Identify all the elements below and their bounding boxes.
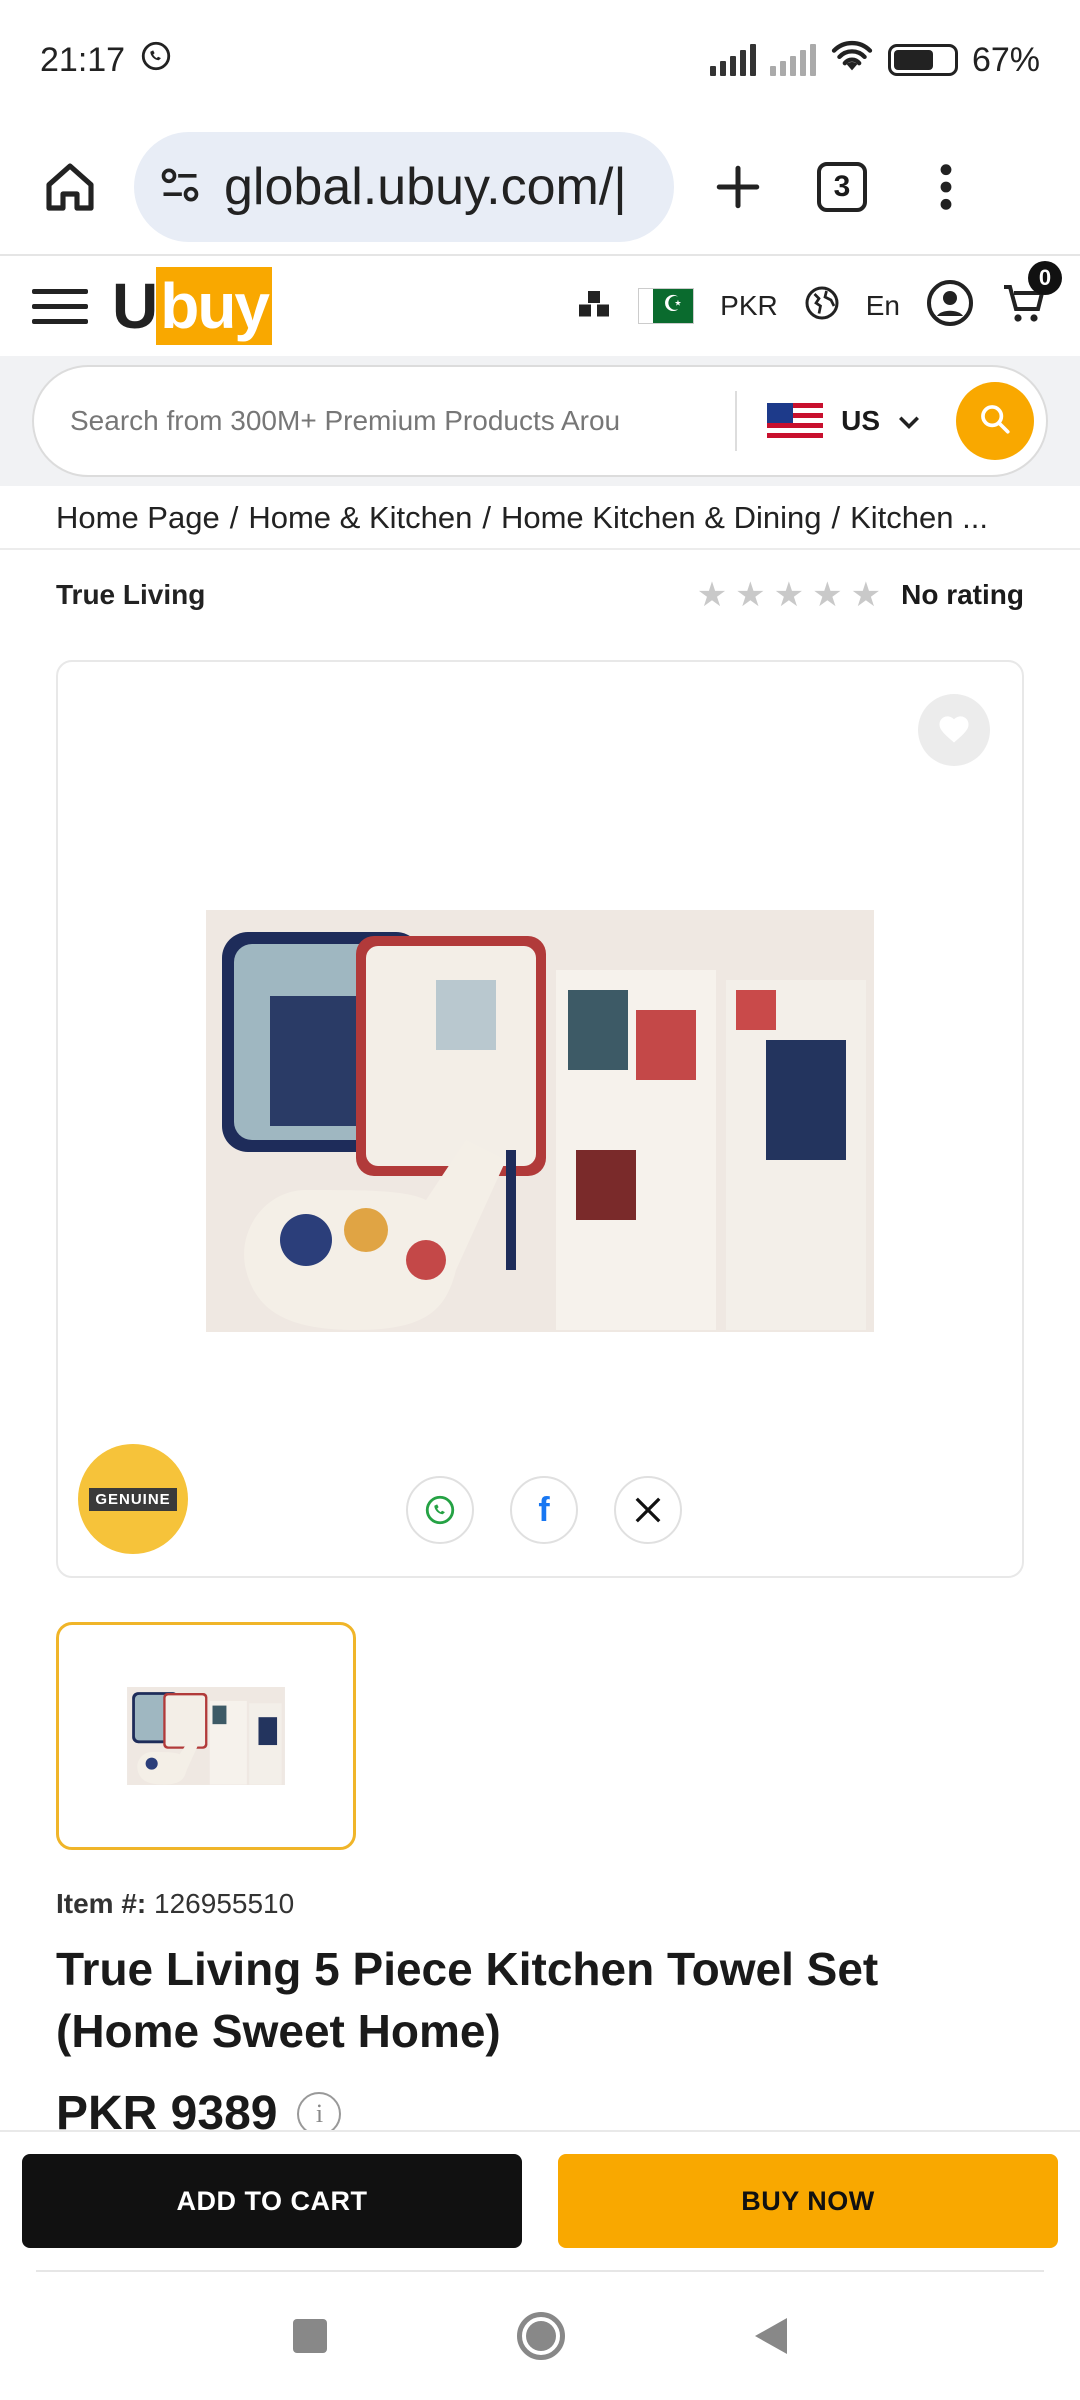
genuine-badge: GENUINE (78, 1444, 188, 1554)
whatsapp-share-icon[interactable] (406, 1476, 474, 1544)
tabs-button[interactable]: 3 (802, 147, 882, 227)
rating: ★ ★ ★ ★ ★ No rating (697, 575, 1024, 615)
search-input[interactable]: Search from 300M+ Premium Products Arou (70, 405, 705, 437)
home-icon[interactable] (30, 147, 110, 227)
breadcrumb-home[interactable]: Home Page (56, 500, 220, 536)
action-bar: ADD TO CART BUY NOW (0, 2130, 1080, 2270)
share-buttons: f (406, 1476, 682, 1544)
cart-count-badge: 0 (1028, 260, 1062, 295)
brand-link[interactable]: True Living (56, 579, 205, 611)
status-bar: 21:17 67% (0, 0, 1080, 120)
wishlist-button[interactable] (918, 694, 990, 766)
breadcrumb-kitchen-dining[interactable]: Home Kitchen & Dining (501, 500, 822, 536)
brand-rating-row: True Living ★ ★ ★ ★ ★ No rating (56, 575, 1024, 615)
product-image-gallery: GENUINE f (56, 660, 1024, 1578)
us-flag-icon (767, 403, 824, 439)
chevron-down-icon (898, 405, 920, 437)
facebook-share-icon[interactable]: f (510, 1476, 578, 1544)
breadcrumb-kitchen[interactable]: Kitchen ... (850, 500, 988, 536)
back-icon[interactable] (755, 2318, 787, 2354)
battery-icon (887, 44, 958, 76)
menu-icon[interactable] (32, 288, 88, 324)
pakistan-flag-icon[interactable] (638, 288, 695, 324)
signal-icon (709, 44, 756, 76)
search-icon (978, 402, 1012, 441)
add-to-cart-button[interactable]: ADD TO CART (22, 2154, 522, 2248)
country-label: US (841, 405, 880, 436)
heart-icon (936, 712, 972, 749)
status-time: 21:17 (40, 40, 126, 79)
info-icon[interactable]: i (297, 2091, 342, 2136)
x-share-icon[interactable] (614, 1476, 682, 1544)
cart-icon[interactable]: 0 (1000, 260, 1062, 334)
breadcrumb: Home Page / Home & Kitchen / Home Kitchen … (56, 500, 988, 536)
new-tab-icon[interactable] (698, 147, 778, 227)
star-icon: ★ (696, 576, 728, 614)
product-image[interactable] (206, 910, 874, 1332)
ubuy-logo[interactable]: U buy (112, 267, 272, 345)
item-number: Item #: 126955510 (56, 1888, 295, 1919)
browser-toolbar: global.ubuy.com/| 3 (0, 120, 1080, 256)
search-button[interactable] (956, 382, 1034, 460)
rating-text: No rating (901, 579, 1024, 610)
divider (0, 548, 1080, 550)
whatsapp-notification-icon (139, 39, 173, 82)
search-box: Search from 300M+ Premium Products Arou … (32, 365, 1048, 477)
battery-percent: 67% (971, 40, 1040, 79)
search-divider (735, 391, 738, 451)
warehouse-icon[interactable] (576, 286, 612, 327)
thumbnail-selected[interactable] (56, 1622, 356, 1850)
search-bar-container: Search from 300M+ Premium Products Arou … (0, 356, 1080, 486)
wifi-icon (830, 38, 874, 83)
signal-2-icon (769, 44, 816, 76)
url-text: global.ubuy.com/| (224, 158, 627, 216)
buy-now-button[interactable]: BUY NOW (558, 2154, 1058, 2248)
language-label[interactable]: En (866, 290, 900, 322)
home-nav-icon[interactable] (517, 2312, 565, 2360)
site-settings-icon[interactable] (158, 163, 202, 212)
star-icon: ★ (773, 576, 805, 614)
recents-icon[interactable] (293, 2319, 327, 2353)
thumbnail-image (127, 1687, 285, 1785)
more-menu-icon[interactable] (906, 147, 986, 227)
breadcrumb-home-kitchen[interactable]: Home & Kitchen (248, 500, 472, 536)
product-title: True Living 5 Piece Kitchen Towel Set (H… (56, 1943, 879, 2057)
site-header: U buy PKR En 0 (0, 256, 1080, 356)
address-bar[interactable]: global.ubuy.com/| (134, 132, 674, 242)
account-icon[interactable] (926, 279, 974, 334)
tab-count: 3 (817, 162, 867, 212)
star-icon: ★ (735, 576, 766, 614)
star-icon: ★ (850, 576, 882, 614)
globe-icon[interactable] (804, 285, 840, 328)
star-icon: ★ (812, 576, 843, 614)
currency-label[interactable]: PKR (720, 290, 778, 322)
system-nav-bar (0, 2272, 1080, 2400)
country-selector[interactable]: US (767, 403, 920, 439)
